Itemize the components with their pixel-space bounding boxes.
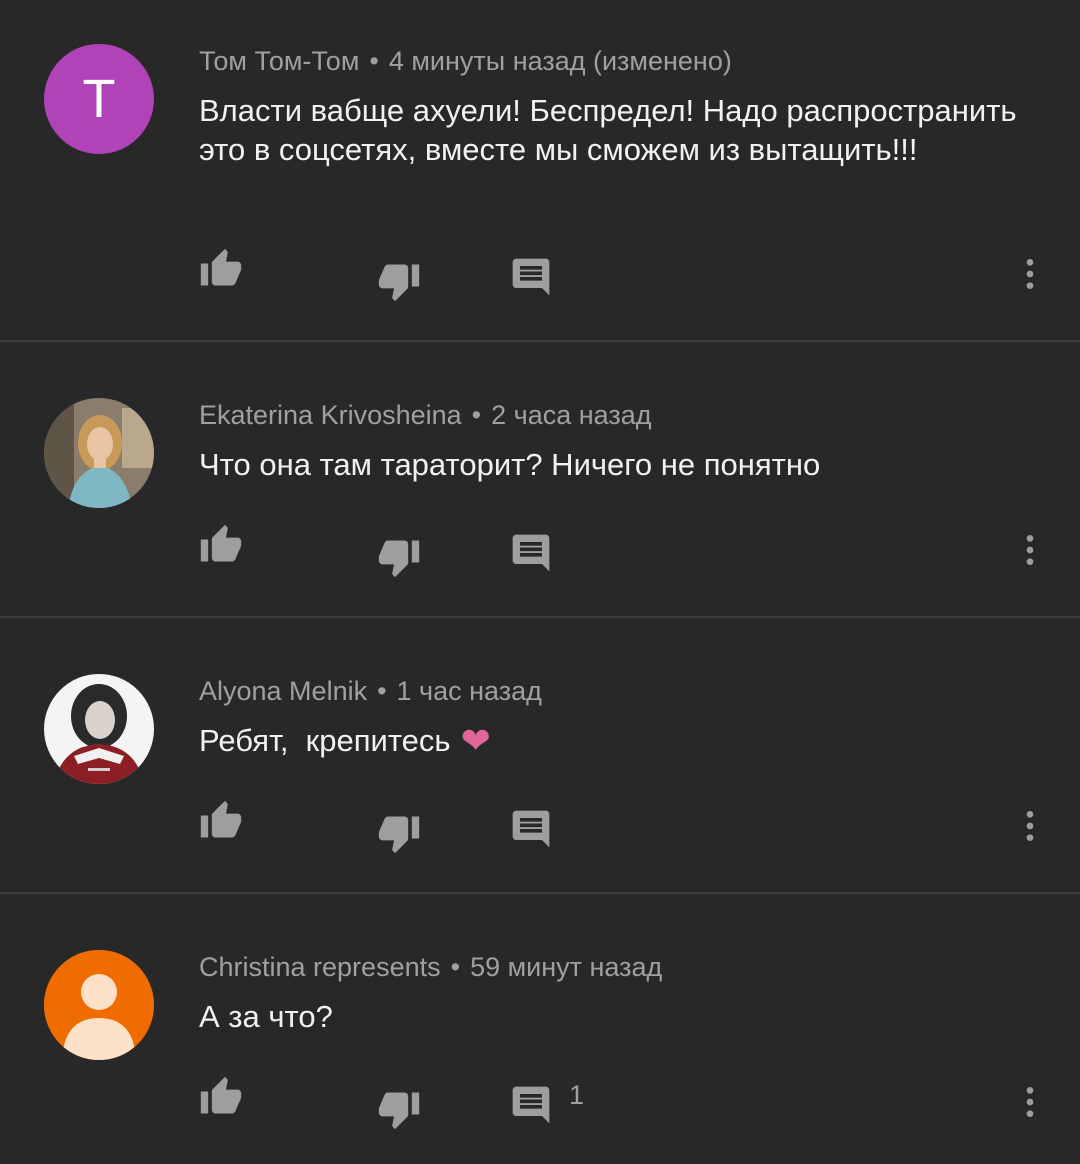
dislike-button[interactable] <box>374 532 424 582</box>
reply-button[interactable] <box>506 1080 556 1130</box>
comment-icon <box>512 1086 550 1124</box>
more-options-button[interactable] <box>1005 801 1055 851</box>
thumb-up-icon <box>200 524 242 562</box>
thumb-down-icon <box>378 1092 420 1130</box>
avatar[interactable] <box>44 950 154 1060</box>
thumb-up-icon <box>200 248 242 286</box>
thumb-up-icon <box>200 800 242 838</box>
comment-divider <box>0 892 1080 894</box>
comment-text: Что она там тараторит? Ничего не понятно <box>199 447 821 482</box>
like-button[interactable] <box>196 1072 246 1122</box>
avatar-letter: T <box>82 69 116 129</box>
comment-text: А за что? <box>199 999 333 1034</box>
reply-button[interactable] <box>506 252 556 302</box>
avatar[interactable]: T <box>44 44 154 154</box>
comment-text: Власти вабще ахуели! Беспредел! Надо рас… <box>199 93 1017 167</box>
comment-time: 4 минуты назад (изменено) <box>388 46 732 76</box>
comment-item: Ekaterina Krivosheina • 2 часа назад Что о… <box>0 354 1080 630</box>
reply-count[interactable]: 1 <box>569 1080 584 1110</box>
comment-divider <box>0 616 1080 618</box>
comment-actions <box>0 796 1080 856</box>
comment-text: Ребят, крепитесь ❤ <box>199 721 1029 760</box>
comment-icon <box>512 810 550 848</box>
author-name[interactable]: Том Том-Том <box>199 46 359 76</box>
comment-item: Alyona Melnik • 1 час назад Ребят, крепите… <box>0 630 1080 906</box>
comments-list: T Том Том-Том • 4 минуты назад (изменено) … <box>0 0 1080 1164</box>
comment-time: 1 час назад <box>396 676 542 706</box>
more-options-button[interactable] <box>1005 249 1055 299</box>
comment-actions: 1 <box>0 1072 1080 1132</box>
like-button[interactable] <box>196 244 246 294</box>
heart-emoji: ❤ <box>460 720 491 761</box>
author-name[interactable]: Christina represents <box>199 952 441 982</box>
dislike-button[interactable] <box>374 1084 424 1134</box>
comment-meta: Том Том-Том • 4 минуты назад (изменено) <box>199 44 732 78</box>
comment-time: 59 минут назад <box>470 952 663 982</box>
separator-dot: • <box>450 952 461 982</box>
like-button[interactable] <box>196 520 246 570</box>
dislike-button[interactable] <box>374 808 424 858</box>
author-name[interactable]: Alyona Melnik <box>199 676 367 706</box>
comment-icon <box>512 534 550 572</box>
separator-dot: • <box>471 400 482 430</box>
avatar-photo <box>44 398 154 508</box>
reply-button[interactable] <box>506 528 556 578</box>
comment-actions <box>0 244 1080 304</box>
avatar-photo <box>44 674 154 784</box>
author-name[interactable]: Ekaterina Krivosheina <box>199 400 462 430</box>
separator-dot: • <box>377 676 387 706</box>
comment-meta: Ekaterina Krivosheina • 2 часа назад <box>199 398 652 432</box>
comment-item: Christina represents • 59 минут назад А за… <box>0 906 1080 1164</box>
thumb-down-icon <box>378 816 420 854</box>
dislike-button[interactable] <box>374 256 424 306</box>
comment-divider <box>0 340 1080 342</box>
thumb-down-icon <box>378 264 420 302</box>
more-options-button[interactable] <box>1005 525 1055 575</box>
comment-item: T Том Том-Том • 4 минуты назад (изменено) … <box>0 0 1080 302</box>
like-button[interactable] <box>196 796 246 846</box>
default-user-icon <box>44 950 154 1060</box>
comment-meta: Christina represents • 59 минут назад <box>199 950 662 984</box>
thumb-up-icon <box>200 1076 242 1114</box>
separator-dot: • <box>369 46 379 76</box>
more-options-button[interactable] <box>1005 1077 1055 1127</box>
comment-text-content: Ребят, крепитесь <box>199 723 451 758</box>
avatar[interactable] <box>44 398 154 508</box>
comment-meta: Alyona Melnik • 1 час назад <box>199 674 542 708</box>
more-vert-icon <box>1026 535 1034 565</box>
more-vert-icon <box>1026 259 1034 289</box>
avatar[interactable] <box>44 674 154 784</box>
comment-icon <box>512 258 550 296</box>
comment-actions <box>0 520 1080 580</box>
reply-button[interactable] <box>506 804 556 854</box>
more-vert-icon <box>1026 811 1034 841</box>
thumb-down-icon <box>378 540 420 578</box>
more-vert-icon <box>1026 1087 1034 1117</box>
comment-time: 2 часа назад <box>491 400 652 430</box>
